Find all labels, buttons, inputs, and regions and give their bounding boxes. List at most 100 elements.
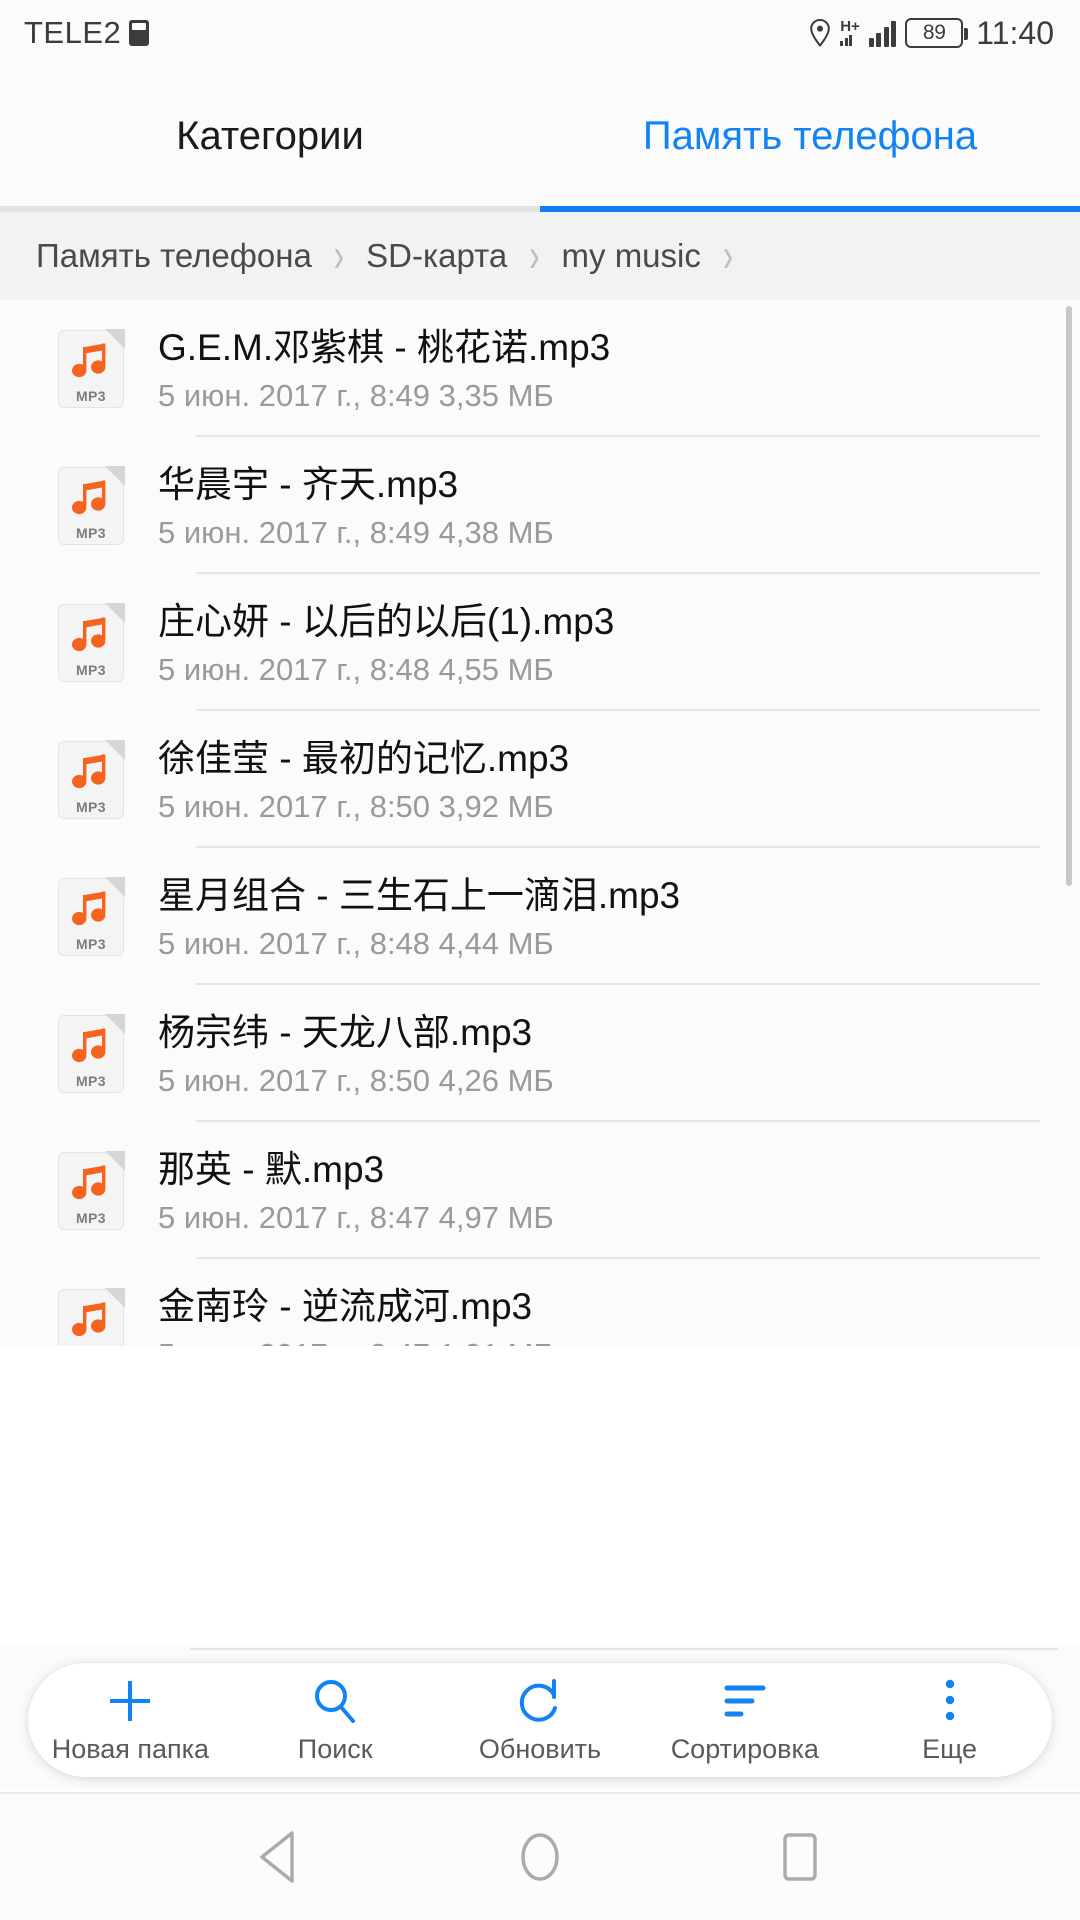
file-meta: 5 июн. 2017 г., 8:47 1,91 МБ bbox=[158, 1337, 554, 1346]
mp3-file-icon: MP3 bbox=[58, 1287, 125, 1346]
breadcrumb-item-2[interactable]: my music bbox=[562, 237, 701, 275]
mp3-type-label: MP3 bbox=[76, 524, 106, 541]
tab-active-indicator bbox=[540, 206, 1080, 212]
music-note-icon bbox=[72, 1302, 106, 1336]
sort-label: Сортировка bbox=[670, 1734, 819, 1764]
file-meta: 5 июн. 2017 г., 8:47 4,97 МБ bbox=[158, 1199, 554, 1235]
file-row-texts: 星月组合 - 三生石上一滴泪.mp3 5 июн. 2017 г., 8:48 … bbox=[158, 873, 680, 961]
mp3-file-icon: MP3 bbox=[58, 465, 125, 545]
system-navigation-bar bbox=[0, 1792, 1080, 1920]
home-circle-icon bbox=[521, 1833, 559, 1881]
bottom-toolbar: Новая папка Поиск Обновить Сортировка Ещ… bbox=[28, 1663, 1052, 1777]
more-button[interactable]: Еще bbox=[847, 1675, 1052, 1765]
mp3-file-icon: MP3 bbox=[58, 876, 125, 956]
breadcrumb-item-1[interactable]: SD-карта bbox=[366, 237, 507, 275]
tab-categories[interactable]: Категории bbox=[0, 66, 540, 212]
chevron-right-icon: › bbox=[722, 228, 734, 283]
vertical-scrollbar[interactable] bbox=[1066, 306, 1072, 886]
clock-label: 11:40 bbox=[976, 14, 1054, 51]
file-meta: 5 июн. 2017 г., 8:49 3,35 МБ bbox=[158, 377, 554, 413]
search-icon bbox=[309, 1675, 361, 1727]
file-meta: 5 июн. 2017 г., 8:50 4,26 МБ bbox=[158, 1062, 554, 1098]
file-meta: 5 июн. 2017 г., 8:48 4,55 МБ bbox=[158, 651, 554, 687]
file-name: G.E.M.邓紫棋 - 桃花诺.mp3 bbox=[158, 326, 611, 368]
chevron-right-icon: › bbox=[333, 228, 345, 283]
mp3-file-icon: MP3 bbox=[58, 328, 125, 408]
file-meta: 5 июн. 2017 г., 8:49 4,38 МБ bbox=[158, 514, 554, 550]
network-activity-bars bbox=[840, 33, 853, 46]
file-name: 星月组合 - 三生石上一滴泪.mp3 bbox=[158, 874, 681, 916]
bottom-toolbar-area: Новая папка Поиск Обновить Сортировка Ещ… bbox=[0, 1646, 1080, 1790]
network-type-icon: H+ bbox=[840, 19, 860, 46]
file-name: 徐佳莹 - 最初的记忆.mp3 bbox=[158, 737, 570, 779]
sort-icon bbox=[719, 1675, 771, 1727]
file-name: 杨宗纬 - 天龙八部.mp3 bbox=[158, 1011, 533, 1053]
music-note-icon bbox=[72, 1165, 106, 1199]
signal-bars-icon bbox=[868, 19, 897, 47]
file-name: 那英 - 默.mp3 bbox=[158, 1148, 385, 1190]
music-note-icon bbox=[72, 343, 106, 377]
status-bar-left: TELE2 bbox=[24, 15, 150, 51]
mp3-file-icon: MP3 bbox=[58, 1150, 125, 1230]
status-bar-right: H+ 89 11:40 bbox=[809, 15, 1054, 52]
table-row[interactable]: MP3 华晨宇 - 齐天.mp3 5 июн. 2017 г., 8:49 4,… bbox=[0, 437, 1080, 574]
table-row[interactable]: MP3 金南玲 - 逆流成河.mp3 5 июн. 2017 г., 8:47 … bbox=[0, 1259, 1080, 1346]
battery-icon: 89 bbox=[905, 18, 969, 48]
file-name: 华晨宇 - 齐天.mp3 bbox=[158, 463, 459, 505]
mp3-type-label: MP3 bbox=[76, 387, 106, 404]
table-row[interactable]: MP3 星月组合 - 三生石上一滴泪.mp3 5 июн. 2017 г., 8… bbox=[0, 848, 1080, 985]
file-row-texts: 那英 - 默.mp3 5 июн. 2017 г., 8:47 4,97 МБ bbox=[158, 1147, 554, 1235]
mp3-type-label: MP3 bbox=[76, 935, 106, 952]
table-row[interactable]: MP3 徐佳莹 - 最初的记忆.mp3 5 июн. 2017 г., 8:50… bbox=[0, 711, 1080, 848]
mp3-file-icon: MP3 bbox=[58, 1013, 125, 1093]
file-row-texts: G.E.M.邓紫棋 - 桃花诺.mp3 5 июн. 2017 г., 8:49… bbox=[158, 325, 610, 413]
refresh-icon bbox=[514, 1675, 566, 1727]
music-note-icon bbox=[72, 617, 106, 651]
mp3-type-label: MP3 bbox=[76, 1209, 106, 1226]
home-button[interactable] bbox=[495, 1812, 585, 1902]
file-row-texts: 徐佳莹 - 最初的记忆.mp3 5 июн. 2017 г., 8:50 3,9… bbox=[158, 736, 569, 824]
table-row[interactable]: MP3 杨宗纬 - 天龙八部.mp3 5 июн. 2017 г., 8:50 … bbox=[0, 985, 1080, 1122]
music-note-icon bbox=[72, 480, 106, 514]
file-list: MP3 G.E.M.邓紫棋 - 桃花诺.mp3 5 июн. 2017 г., … bbox=[0, 300, 1080, 1346]
battery-level-label: 89 bbox=[922, 21, 946, 44]
sim-card-icon bbox=[129, 20, 150, 46]
plus-icon bbox=[104, 1675, 156, 1727]
tab-bar: Категории Память телефона bbox=[0, 66, 1080, 212]
search-label: Поиск bbox=[297, 1734, 373, 1764]
file-row-texts: 金南玲 - 逆流成河.mp3 5 июн. 2017 г., 8:47 1,91… bbox=[158, 1284, 554, 1347]
mp3-type-label: MP3 bbox=[76, 1072, 106, 1089]
mp3-file-icon: MP3 bbox=[58, 739, 125, 819]
file-row-texts: 庄心妍 - 以后的以后(1).mp3 5 июн. 2017 г., 8:48 … bbox=[158, 599, 614, 687]
file-meta: 5 июн. 2017 г., 8:48 4,44 МБ bbox=[158, 925, 554, 961]
chevron-right-icon: › bbox=[529, 228, 540, 283]
sort-button[interactable]: Сортировка bbox=[642, 1675, 847, 1765]
table-row[interactable]: MP3 那英 - 默.mp3 5 июн. 2017 г., 8:47 4,97… bbox=[0, 1122, 1080, 1259]
breadcrumb: Память телефона › SD-карта › my music › bbox=[0, 212, 1080, 300]
toolbar-divider bbox=[190, 1648, 1058, 1650]
new-folder-button[interactable]: Новая папка bbox=[28, 1675, 233, 1765]
back-button[interactable] bbox=[235, 1812, 325, 1902]
mp3-type-label: MP3 bbox=[76, 661, 106, 678]
music-note-icon bbox=[72, 754, 106, 788]
recents-button[interactable] bbox=[755, 1812, 845, 1902]
breadcrumb-item-0[interactable]: Память телефона bbox=[36, 237, 312, 275]
more-label: Еще bbox=[922, 1734, 978, 1764]
more-vertical-icon bbox=[924, 1675, 976, 1727]
music-note-icon bbox=[72, 891, 106, 925]
refresh-button[interactable]: Обновить bbox=[438, 1675, 643, 1765]
file-name: 庄心妍 - 以后的以后(1).mp3 bbox=[158, 600, 615, 642]
recents-square-icon bbox=[783, 1833, 817, 1881]
tab-phone-storage[interactable]: Память телефона bbox=[540, 66, 1080, 212]
refresh-label: Обновить bbox=[478, 1734, 602, 1764]
status-bar: TELE2 H+ 89 11:40 bbox=[0, 0, 1080, 66]
mp3-file-icon: MP3 bbox=[58, 602, 125, 682]
mp3-type-label: MP3 bbox=[76, 798, 106, 815]
search-button[interactable]: Поиск bbox=[233, 1675, 438, 1765]
location-pin-icon bbox=[810, 19, 831, 47]
table-row[interactable]: MP3 G.E.M.邓紫棋 - 桃花诺.mp3 5 июн. 2017 г., … bbox=[0, 300, 1080, 437]
back-triangle-icon bbox=[260, 1831, 294, 1883]
file-row-texts: 华晨宇 - 齐天.mp3 5 июн. 2017 г., 8:49 4,38 М… bbox=[158, 462, 554, 550]
table-row[interactable]: MP3 庄心妍 - 以后的以后(1).mp3 5 июн. 2017 г., 8… bbox=[0, 574, 1080, 711]
file-meta: 5 июн. 2017 г., 8:50 3,92 МБ bbox=[158, 788, 554, 824]
